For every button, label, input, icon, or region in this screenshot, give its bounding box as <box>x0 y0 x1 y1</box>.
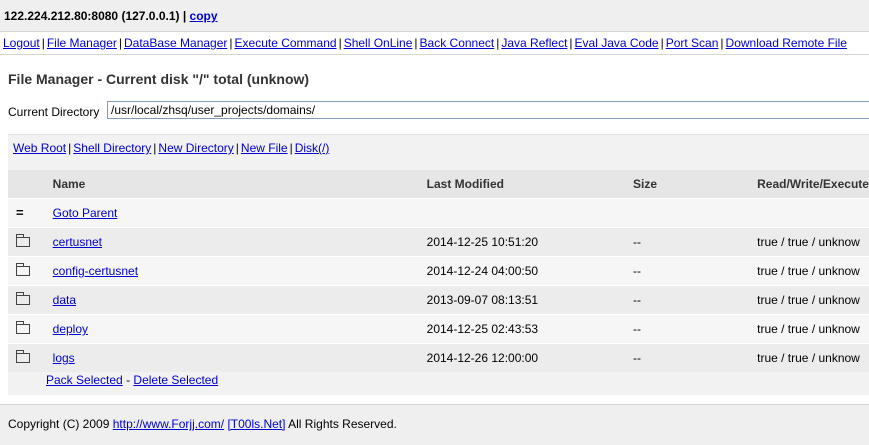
bulk-actions: Pack Selected - Delete Selected <box>46 373 218 387</box>
modified-header: Last Modified <box>426 170 634 199</box>
permissions-cell: true / true / unknow <box>757 314 869 344</box>
nav-separator: | <box>496 36 500 50</box>
folder-icon <box>16 233 30 247</box>
footer: Copyright (C) 2009 http://www.Forjj.com/… <box>0 404 869 445</box>
table-row: data 2013-09-07 08:13:51 -- true / true … <box>8 285 869 315</box>
modified-cell: 2014-12-25 10:51:20 <box>426 227 634 257</box>
permissions-cell: true / true / unknow <box>757 285 869 315</box>
copyright-text: Copyright (C) 2009 <box>8 417 110 431</box>
nav-database-manager[interactable]: DataBase Manager <box>124 36 227 50</box>
folder-icon <box>16 262 30 276</box>
footer-text: Copyright (C) 2009 http://www.Forjj.com/… <box>8 417 397 431</box>
size-cell: -- <box>633 256 758 286</box>
goto-parent-link[interactable]: Goto Parent <box>53 206 118 220</box>
folder-link[interactable]: logs <box>53 351 75 365</box>
name-header: Name <box>52 170 427 199</box>
quick-link-separator: | <box>235 141 239 155</box>
nav-separator: | <box>569 36 573 50</box>
nav-port-scan[interactable]: Port Scan <box>666 36 719 50</box>
forjj-link[interactable]: http://www.Forjj.com/ <box>113 417 224 431</box>
modified-cell: 2014-12-25 02:43:53 <box>426 314 634 344</box>
nav-separator: | <box>41 36 45 50</box>
host-separator: | <box>182 9 187 23</box>
size-cell: -- <box>633 314 758 344</box>
icon-header <box>8 170 53 199</box>
page-title: File Manager - Current disk "/" total (u… <box>8 71 310 87</box>
parent-icon-cell: = <box>8 198 53 228</box>
modified-cell: 2014-12-26 12:00:00 <box>426 343 634 372</box>
modified-cell: 2013-09-07 08:13:51 <box>426 285 634 315</box>
folder-icon <box>16 349 30 363</box>
host-info: 122.224.212.80:8080 (127.0.0.1) | copy <box>4 9 218 23</box>
quick-link-separator: | <box>153 141 157 155</box>
folder-link[interactable]: certusnet <box>53 235 102 249</box>
nav-file-manager[interactable]: File Manager <box>47 36 117 50</box>
nav-java-reflect[interactable]: Java Reflect <box>501 36 567 50</box>
permissions-cell: true / true / unknow <box>757 227 869 257</box>
parent-directory-icon: = <box>16 205 24 220</box>
disk-link[interactable]: Disk(/) <box>295 141 330 155</box>
table-row: deploy 2014-12-25 02:43:53 -- true / tru… <box>8 314 869 344</box>
t00ls-link[interactable]: [T00ls.Net] <box>227 417 285 431</box>
top-bar: 122.224.212.80:8080 (127.0.0.1) | copy <box>0 0 869 32</box>
actions-separator: - <box>126 373 131 387</box>
file-table: Name Last Modified Size Read/Write/Execu… <box>8 170 869 372</box>
current-directory-input[interactable] <box>107 101 869 119</box>
modified-cell: 2014-12-24 04:00:50 <box>426 256 634 286</box>
main-nav: Logout | File Manager | DataBase Manager | Exe… <box>0 32 869 55</box>
shell-directory-link[interactable]: Shell Directory <box>73 141 151 155</box>
folder-link[interactable]: config-certusnet <box>53 264 138 278</box>
current-directory-label: Current Directory <box>8 105 100 119</box>
local-address: (127.0.0.1) <box>121 9 180 23</box>
nav-eval-java-code[interactable]: Eval Java Code <box>575 36 659 50</box>
web-root-link[interactable]: Web Root <box>13 141 66 155</box>
delete-selected-link[interactable]: Delete Selected <box>133 373 218 387</box>
new-file-link[interactable]: New File <box>241 141 288 155</box>
nav-back-connect[interactable]: Back Connect <box>420 36 495 50</box>
size-cell: -- <box>633 285 758 315</box>
nav-separator: | <box>229 36 233 50</box>
size-header: Size <box>633 170 758 199</box>
file-panel: Web Root | Shell Directory | New Directory | N… <box>8 134 869 395</box>
folder-icon <box>16 291 30 305</box>
permissions-cell: true / true / unknow <box>757 256 869 286</box>
quick-links: Web Root | Shell Directory | New Directory | N… <box>13 141 329 155</box>
table-header-row: Name Last Modified Size Read/Write/Execu… <box>8 170 869 199</box>
nav-items: Logout | File Manager | DataBase Manager | Exe… <box>3 36 847 50</box>
parent-name-cell: Goto Parent <box>52 198 427 228</box>
size-cell: -- <box>633 227 758 257</box>
nav-download-remote-file[interactable]: Download Remote File <box>726 36 847 50</box>
nav-separator: | <box>414 36 418 50</box>
pack-selected-link[interactable]: Pack Selected <box>46 373 123 387</box>
folder-icon <box>16 320 30 334</box>
nav-separator: | <box>660 36 664 50</box>
quick-link-separator: | <box>289 141 293 155</box>
size-cell: -- <box>633 343 758 372</box>
nav-separator: | <box>720 36 724 50</box>
folder-link[interactable]: data <box>53 293 76 307</box>
quick-link-separator: | <box>68 141 72 155</box>
permissions-cell: true / true / unknow <box>757 343 869 372</box>
nav-logout[interactable]: Logout <box>3 36 40 50</box>
nav-separator: | <box>118 36 122 50</box>
copy-link[interactable]: copy <box>190 9 218 23</box>
nav-execute-command[interactable]: Execute Command <box>235 36 337 50</box>
rights-text: All Rights Reserved. <box>288 417 397 431</box>
table-row: logs 2014-12-26 12:00:00 -- true / true … <box>8 343 869 372</box>
permissions-header: Read/Write/Execute <box>757 170 869 199</box>
table-row: certusnet 2014-12-25 10:51:20 -- true / … <box>8 227 869 257</box>
host-address: 122.224.212.80:8080 <box>4 9 119 23</box>
new-directory-link[interactable]: New Directory <box>158 141 233 155</box>
parent-row: = Goto Parent <box>8 198 869 228</box>
folder-link[interactable]: deploy <box>53 322 88 336</box>
nav-separator: | <box>338 36 342 50</box>
table-row: config-certusnet 2014-12-24 04:00:50 -- … <box>8 256 869 286</box>
nav-shell-online[interactable]: Shell OnLine <box>344 36 413 50</box>
